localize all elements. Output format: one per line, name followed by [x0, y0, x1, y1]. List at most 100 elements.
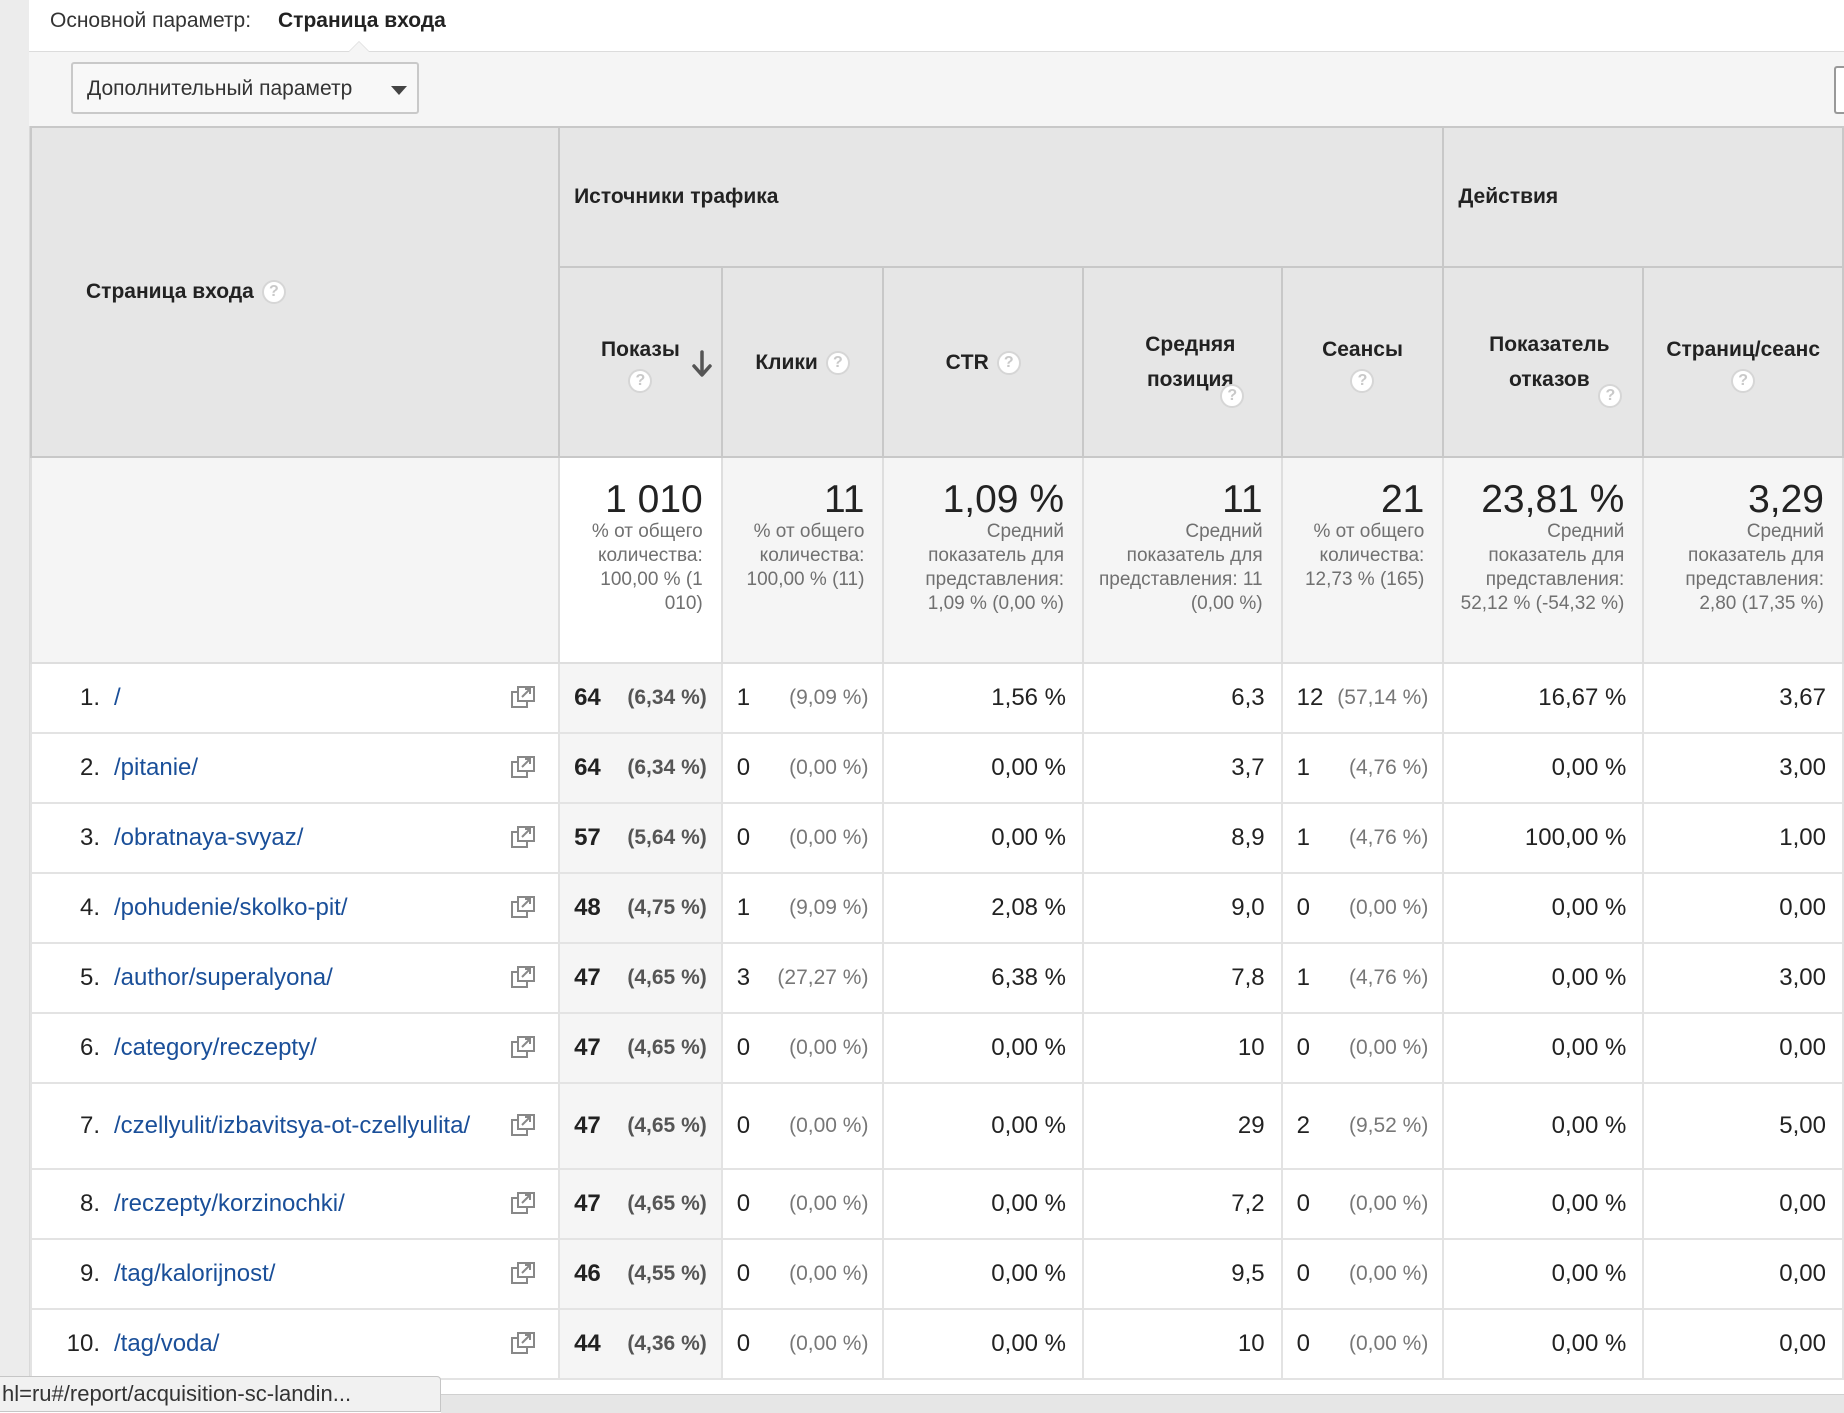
open-in-new-window-icon[interactable]: [510, 685, 536, 709]
ctr-cell: 0,00 %: [883, 803, 1085, 874]
landing-page-link[interactable]: /tag/voda/: [114, 1330, 494, 1358]
impressions-cell: 48 (4,75 %): [559, 873, 723, 944]
help-icon[interactable]: ?: [1598, 384, 1623, 409]
dimension-header[interactable]: Страница входа?: [29, 126, 561, 458]
dimension-cell: 8. /reczepty/korzinochki/: [29, 1169, 561, 1240]
value: 0: [1296, 1260, 1310, 1287]
open-in-new-window-icon[interactable]: [510, 895, 536, 919]
percent: (9,09 %): [789, 686, 869, 709]
landing-page-link[interactable]: /author/superalyona/: [114, 964, 494, 992]
sessions-cell: 1 (4,76 %): [1281, 943, 1445, 1014]
help-icon[interactable]: ?: [628, 368, 653, 393]
landing-page-link[interactable]: /tag/kalorijnost/: [114, 1260, 494, 1288]
help-icon[interactable]: ?: [1350, 368, 1375, 393]
col-header-avg-position[interactable]: Средняя позиция?: [1083, 267, 1283, 458]
clicks-cell: 0 (0,00 %): [721, 733, 885, 804]
total-value: 1 010: [605, 478, 703, 521]
landing-page-link[interactable]: /reczepty/korzinochki/: [114, 1190, 494, 1218]
open-in-new-window-icon[interactable]: [510, 825, 536, 849]
pages-per-session-cell: 0,00: [1643, 1013, 1844, 1084]
value: 1: [1296, 754, 1310, 781]
value: 1: [736, 684, 751, 711]
pages-per-session-cell: 0,00: [1643, 873, 1844, 944]
pages-per-session-cell: 3,00: [1643, 733, 1844, 804]
value: 1: [1296, 964, 1310, 991]
total-sub: Средний показатель для представления: 2,…: [1685, 521, 1824, 614]
col-header-impressions[interactable]: Показы ?: [559, 267, 723, 458]
avg-position-cell: 9,0: [1083, 873, 1283, 944]
col-header-clicks[interactable]: Клики?: [721, 267, 885, 458]
col-header-pages-per-session[interactable]: Страниц/сеанс ?: [1643, 267, 1844, 458]
percent: (0,00 %): [1348, 1036, 1429, 1059]
sessions-cell: 1 (4,76 %): [1281, 803, 1445, 874]
table-row: 4. /pohudenie/skolko-pit/ 48 (4,75 %) 1 …: [29, 873, 1844, 944]
landing-page-link[interactable]: /pitanie/: [114, 754, 494, 782]
avg-position-cell: 10: [1083, 1013, 1283, 1084]
dimension-header-label: Страница входа: [86, 279, 254, 303]
value: 46: [574, 1260, 601, 1287]
ctr-cell: 0,00 %: [883, 1169, 1085, 1240]
dimension-cell: 3. /obratnaya-svyaz/: [29, 803, 561, 874]
sort-desc-arrow-icon[interactable]: [691, 350, 713, 378]
total-bounce-rate: 23,81 % Средний показатель для представле…: [1443, 457, 1645, 664]
value: 47: [574, 964, 601, 991]
report-table: Страница входа? Источники трафика Действ…: [29, 126, 1844, 1380]
open-in-new-window-icon[interactable]: [510, 755, 536, 779]
bounce-rate-cell: 0,00 %: [1443, 943, 1645, 1014]
open-in-new-window-icon[interactable]: [510, 1191, 536, 1215]
impressions-cell: 47 (4,65 %): [559, 1013, 723, 1084]
open-in-new-window-icon[interactable]: [510, 965, 536, 989]
col-header-ctr[interactable]: CTR?: [883, 267, 1085, 458]
secondary-dimension-dropdown[interactable]: Дополнительный параметр: [71, 62, 419, 114]
primary-dimension-value[interactable]: Страница входа: [278, 9, 446, 33]
percent: (4,36 %): [627, 1332, 707, 1355]
percent: (4,55 %): [627, 1262, 707, 1285]
col-header-sessions[interactable]: Сеансы ?: [1281, 267, 1445, 458]
open-in-new-window-icon[interactable]: [510, 1261, 536, 1285]
toolbar-control-partial[interactable]: [1834, 66, 1844, 114]
help-icon[interactable]: ?: [1220, 384, 1245, 409]
impressions-cell: 57 (5,64 %): [559, 803, 723, 874]
value: 47: [574, 1112, 601, 1139]
help-icon[interactable]: ?: [825, 350, 850, 375]
row-index: 5.: [79, 964, 100, 991]
clicks-cell: 0 (0,00 %): [721, 1239, 885, 1310]
sessions-cell: 12 (57,14 %): [1281, 663, 1445, 734]
avg-position-cell: 29: [1083, 1083, 1283, 1170]
sessions-cell: 2 (9,52 %): [1281, 1083, 1445, 1170]
total-value: 11: [1222, 478, 1263, 521]
total-sub: % от общего количества: 100,00 % (11): [746, 521, 865, 590]
help-icon[interactable]: ?: [261, 280, 286, 305]
open-in-new-window-icon[interactable]: [510, 1113, 536, 1137]
row-index: 9.: [79, 1260, 100, 1287]
avg-position-cell: 8,9: [1083, 803, 1283, 874]
open-in-new-window-icon[interactable]: [510, 1035, 536, 1059]
horizontal-scrollbar[interactable]: [441, 1394, 1844, 1413]
table-row: 2. /pitanie/ 64 (6,34 %) 0 (0,00 %) 0,00…: [29, 733, 1844, 804]
help-icon[interactable]: ?: [1731, 368, 1756, 393]
open-in-new-window-icon[interactable]: [510, 1331, 536, 1355]
landing-page-link[interactable]: /pohudenie/skolko-pit/: [114, 894, 494, 922]
value: 47: [574, 1034, 601, 1061]
row-index: 8.: [79, 1190, 100, 1217]
value: 0: [736, 754, 751, 781]
help-icon[interactable]: ?: [996, 350, 1021, 375]
value: 57: [574, 824, 601, 851]
bounce-rate-cell: 16,67 %: [1443, 663, 1645, 734]
landing-page-link[interactable]: /: [114, 684, 494, 712]
dimension-cell: 2. /pitanie/: [29, 733, 561, 804]
landing-page-link[interactable]: /category/reczepty/: [114, 1034, 494, 1062]
totals-row: 1 010 % от общего количества: 100,00 % (1…: [29, 457, 1844, 664]
pages-per-session-cell: 1,00: [1643, 803, 1844, 874]
landing-page-link[interactable]: /obratnaya-svyaz/: [114, 824, 494, 852]
bounce-rate-cell: 0,00 %: [1443, 1169, 1645, 1240]
landing-page-link[interactable]: /czellyulit/izbavitsya-ot-czellyulita/: [114, 1112, 494, 1140]
total-impressions: 1 010% от общего количества: 100,00 % (1…: [559, 457, 723, 664]
pages-per-session-cell: 5,00: [1643, 1083, 1844, 1170]
ctr-cell: 0,00 %: [883, 1309, 1085, 1380]
value: 0: [736, 1330, 751, 1357]
primary-dimension-label: Основной параметр:: [50, 9, 252, 32]
bounce-rate-cell: 0,00 %: [1443, 733, 1645, 804]
ctr-cell: 0,00 %: [883, 1013, 1085, 1084]
col-header-bounce-rate[interactable]: Показатель отказов?: [1443, 267, 1645, 458]
